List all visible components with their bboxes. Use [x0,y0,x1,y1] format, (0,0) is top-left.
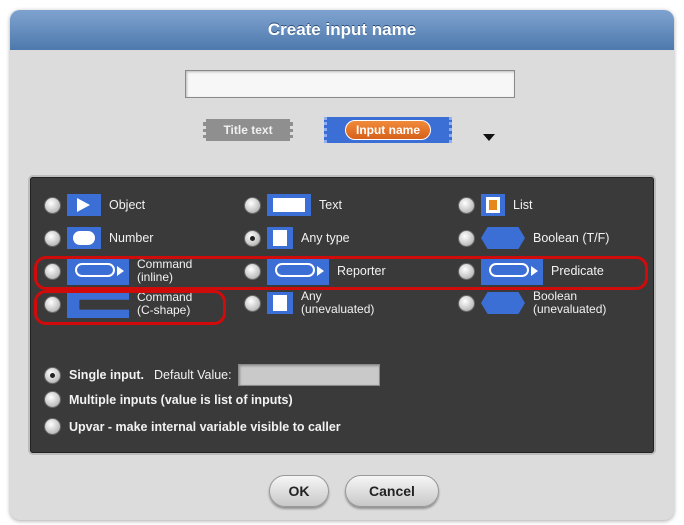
type-option-reporter[interactable]: Reporter [244,257,386,285]
type-option-any-unevaluated[interactable]: Any (unevaluated) [244,290,374,316]
input-name-pill: Input name [344,120,431,140]
type-option-list[interactable]: List [458,194,532,216]
text-type-icon [267,194,311,216]
command-cshape-type-icon [67,290,129,318]
type-option-command-cshape[interactable]: Command (C-shape) [44,290,192,318]
boolean-unevaluated-type-icon [481,292,525,314]
type-label-any: Any type [301,231,350,245]
type-option-boolean[interactable]: Boolean (T/F) [458,227,609,249]
radio-reporter[interactable] [244,262,261,280]
radio-single-input[interactable] [44,366,61,384]
type-option-boolean-unevaluated[interactable]: Boolean (unevaluated) [458,290,606,316]
mode-label-single: Single input. [69,368,144,382]
default-value-label: Default Value: [154,368,232,382]
default-value-input[interactable] [237,364,380,386]
list-type-icon [481,194,505,216]
number-type-icon [67,227,101,249]
boolean-type-icon [481,227,525,249]
type-label-any-unevaluated: Any (unevaluated) [301,289,375,316]
cancel-button[interactable]: Cancel [345,475,439,507]
type-label-number: Number [109,231,154,245]
type-label-object: Object [109,198,146,212]
mode-option-single[interactable]: Single input. Default Value: [44,364,380,386]
type-option-command-inline[interactable]: Command (inline) [44,257,192,285]
command-inline-type-icon [67,257,129,285]
type-option-predicate[interactable]: Predicate [458,257,604,285]
mode-label-multiple: Multiple inputs (value is list of inputs… [69,392,293,407]
dialog-title: Create input name [10,10,674,50]
type-option-text[interactable]: Text [244,194,342,216]
predicate-type-icon [481,257,543,285]
type-option-number[interactable]: Number [44,227,153,249]
radio-command-inline[interactable] [44,262,61,280]
title-text-block[interactable]: Title text [203,119,293,141]
radio-list[interactable] [458,196,475,214]
type-label-boolean: Boolean (T/F) [533,231,610,245]
type-option-any[interactable]: Any type [244,227,350,249]
input-name-field[interactable] [185,70,515,98]
any-unevaluated-type-icon [267,292,293,314]
radio-boolean-unevaluated[interactable] [458,294,475,312]
any-type-icon [267,227,293,249]
type-option-object[interactable]: Object [44,194,145,216]
radio-any-unevaluated[interactable] [244,294,261,312]
type-label-text: Text [319,198,342,212]
mode-option-multiple[interactable]: Multiple inputs (value is list of inputs… [44,391,293,408]
ok-button[interactable]: OK [269,475,329,507]
radio-command-cshape[interactable] [44,295,61,313]
radio-number[interactable] [44,229,61,247]
type-label-command-inline: Command (inline) [137,257,193,284]
mode-option-upvar[interactable]: Upvar - make internal variable visible t… [44,418,341,435]
type-label-command-cshape: Command (C-shape) [137,290,193,317]
reporter-type-icon [267,257,329,285]
type-label-predicate: Predicate [551,264,604,278]
type-menu-arrow-icon[interactable] [483,134,495,141]
mode-label-upvar: Upvar - make internal variable visible t… [69,419,341,434]
object-type-icon [67,194,101,216]
radio-text[interactable] [244,196,261,214]
type-label-boolean-unevaluated: Boolean (unevaluated) [533,289,607,316]
create-input-name-dialog: Create input name Title text Input name … [10,10,674,520]
radio-multiple-inputs[interactable] [44,391,61,408]
radio-object[interactable] [44,196,61,214]
type-label-reporter: Reporter [337,264,386,278]
radio-predicate[interactable] [458,262,475,280]
input-name-block[interactable]: Input name [324,117,452,143]
input-type-panel: Object Text List Number Any type Boolean… [30,177,654,453]
radio-upvar[interactable] [44,418,61,435]
radio-any-type[interactable] [244,229,261,247]
type-label-list: List [513,198,533,212]
radio-boolean[interactable] [458,229,475,247]
